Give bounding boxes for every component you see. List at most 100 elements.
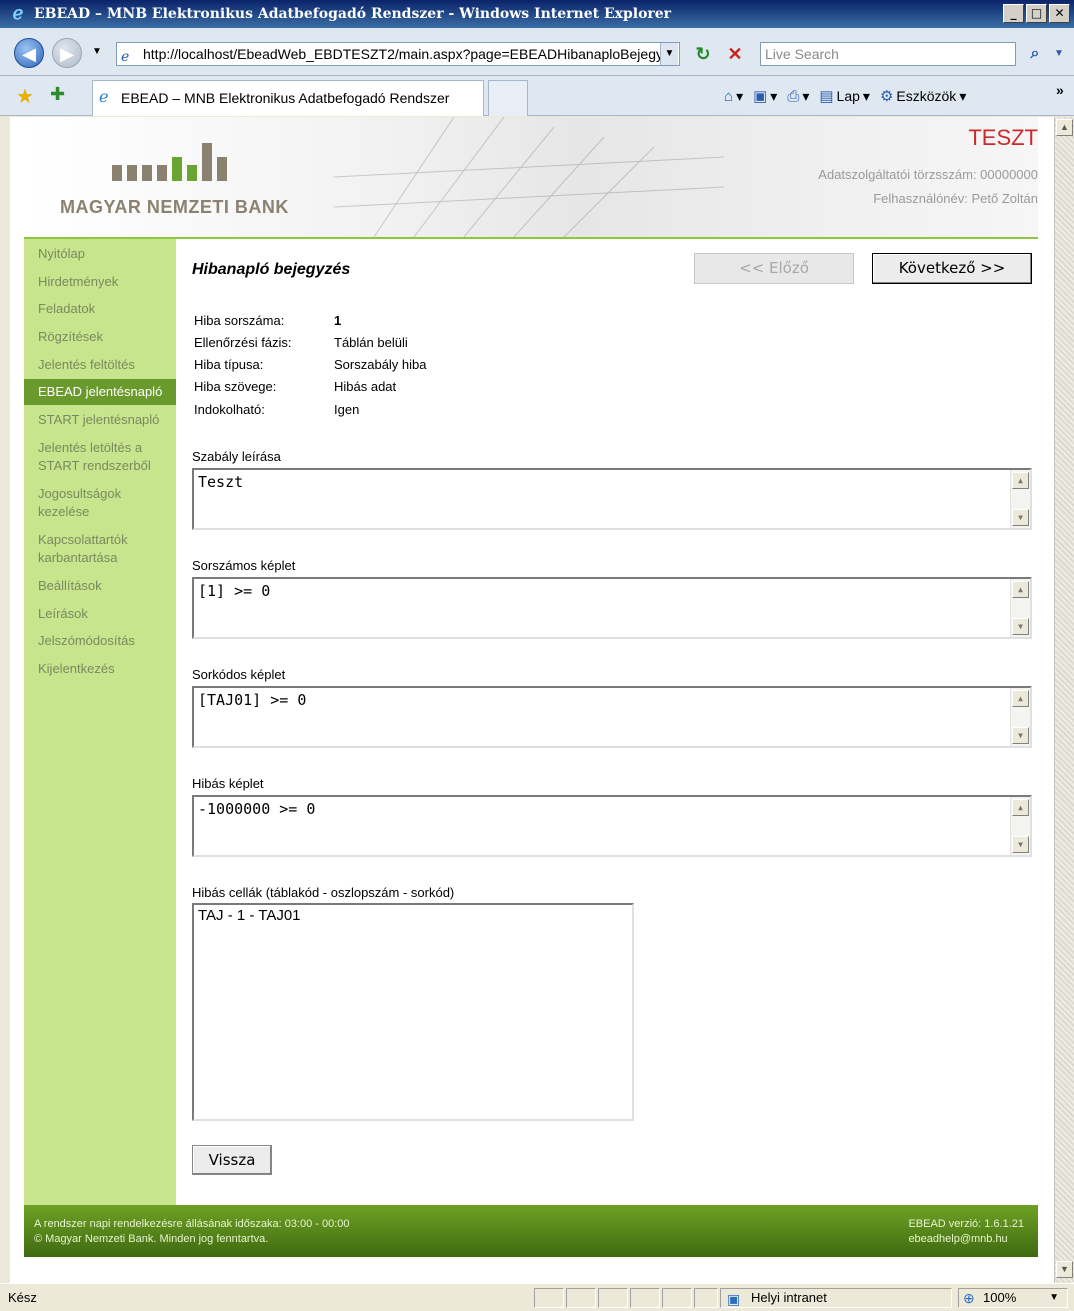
intranet-icon: ▣ [727,1291,741,1307]
bank-name: MAGYAR NEMZETI BANK [60,197,289,217]
zoom-control[interactable]: ⊕ 100% ▼ [958,1288,1068,1308]
scroll-down-icon[interactable]: ▼ [1012,727,1029,744]
security-zone[interactable]: ▣ Helyi intranet [720,1288,952,1308]
stop-icon[interactable]: ✕ [722,42,748,66]
sidebar-item-beallitasok[interactable]: Beállítások [24,577,176,595]
new-tab-button[interactable] [488,80,528,116]
list-item[interactable]: TAJ - 1 - TAJ01 [198,907,628,924]
sidebar-item-jogosultsagok[interactable]: Jogosultságok kezelése [24,485,176,521]
rowcode-formula-label: Sorkódos képlet [192,667,286,682]
search-input[interactable]: Live Search [760,42,1016,66]
environment-label: TESZT [968,125,1038,150]
sidebar-item-kijelentkezes[interactable]: Kijelentkezés [24,660,176,678]
scroll-down-icon[interactable]: ▼ [1056,1261,1073,1278]
footer-version: EBEAD verzió: 1.6.1.21 [908,1218,1024,1230]
sidebar-item-nyitolap[interactable]: Nyitólap [24,245,176,263]
textarea-scrollbar[interactable]: ▲ ▼ [1010,797,1030,855]
tab-ebead[interactable]: ℯ EBEAD – MNB Elektronikus Adatbefogadó … [92,80,484,116]
tab-page-icon: ℯ [99,89,109,106]
next-button[interactable]: Következő >> [872,253,1032,284]
maximize-button[interactable]: □ [1026,4,1047,23]
info-row: Ellenőrzési fázis: Táblán belüli [194,335,408,350]
rule-description-label: Szabály leírása [192,449,281,464]
sidebar-item-kapcsolattartok[interactable]: Kapcsolattartók karbantartása [24,531,176,567]
tab-toolbar: ★ ✚ ℯ EBEAD – MNB Elektronikus Adatbefog… [0,76,1074,116]
index-formula-textarea[interactable]: [1] >= 0 ▲ ▼ [192,577,1032,639]
page-icon: ℯ [121,48,130,64]
sidebar-item-start-jelentesnaplo[interactable]: START jelentésnapló [24,411,176,429]
favorites-star-icon[interactable]: ★ [16,84,34,109]
tools-menu-button[interactable]: ⚙ Eszközök ▾ [880,87,966,106]
status-segment [662,1288,692,1308]
minimize-button[interactable]: _ [1003,4,1024,23]
back-nav-button[interactable]: ◀ [14,38,44,68]
error-cells-listbox[interactable]: TAJ - 1 - TAJ01 [192,903,634,1121]
sidebar-item-label: START rendszerből [38,458,151,473]
scroll-up-icon[interactable]: ▲ [1056,119,1073,136]
username-label: Felhasználónév: [873,191,968,206]
prev-button[interactable]: << Előző [694,253,854,284]
sidebar-item-leirasok[interactable]: Leírások [24,605,176,623]
search-options-icon[interactable]: ▼ [1050,42,1068,66]
page-scrollbar[interactable]: ▲ ▼ [1054,117,1074,1283]
scroll-down-icon[interactable]: ▼ [1012,836,1029,853]
info-row: Indokolható: Igen [194,402,359,417]
add-favorite-icon[interactable]: ✚ [50,84,65,105]
textarea-scrollbar[interactable]: ▲ ▼ [1010,470,1030,528]
tools-menu-label: Eszközök [896,88,957,104]
textarea-scrollbar[interactable]: ▲ ▼ [1010,688,1030,746]
site-footer: A rendszer napi rendelkezésre állásának … [24,1205,1038,1257]
address-input[interactable]: ℯ http://localhost/EbeadWeb_EBDTESZT2/ma… [116,42,680,66]
ie-logo-icon: ℯ [12,3,24,24]
textarea-scrollbar[interactable]: ▲ ▼ [1010,579,1030,637]
home-button[interactable]: ⌂ ▾ [724,88,743,105]
info-value: Igen [334,402,360,417]
sidebar-item-hirdetmenyek[interactable]: Hirdetmények [24,273,176,291]
zoom-dropdown-icon[interactable]: ▼ [1049,1289,1059,1307]
refresh-icon[interactable]: ↻ [690,42,716,66]
error-formula-textarea[interactable]: -1000000 >= 0 ▲ ▼ [192,795,1032,857]
sidebar-item-jelszomodositas[interactable]: Jelszómódosítás [24,632,176,650]
history-dropdown-icon[interactable]: ▼ [92,46,102,57]
info-row: Hiba szövege: Hibás adat [194,379,396,394]
scroll-up-icon[interactable]: ▲ [1012,799,1029,816]
page-menu-button[interactable]: ▤ Lap ▾ [819,87,870,106]
status-segment [598,1288,628,1308]
page-viewport: MAGYAR NEMZETI BANK TESZT Adatszolgáltat… [10,117,1054,1283]
sidebar-item-ebead-jelentesnaplo[interactable]: EBEAD jelentésnapló [24,379,176,405]
scroll-down-icon[interactable]: ▼ [1012,618,1029,635]
rule-description-value: Teszt [198,473,244,491]
sidebar-item-jelentes-feltoltes[interactable]: Jelentés feltöltés [24,356,176,374]
home-icon: ⌂ [724,87,734,105]
sidebar-item-rogzitesek[interactable]: Rögzítések [24,328,176,346]
status-bar: Kész ▣ Helyi intranet ⊕ 100% ▼ [0,1283,1074,1311]
info-label: Hiba típusa: [194,357,264,372]
scroll-up-icon[interactable]: ▲ [1012,690,1029,707]
forward-nav-button[interactable]: ▶ [52,38,82,68]
header-background-art [334,117,724,237]
sidebar-item-jelentes-letoltes[interactable]: Jelentés letöltés a START rendszerből [24,439,176,475]
footer-availability: A rendszer napi rendelkezésre állásának … [34,1218,350,1230]
more-chevron-icon[interactable]: » [1056,82,1064,98]
address-url: http://localhost/EbeadWeb_EBDTESZT2/main… [143,46,663,62]
scroll-up-icon[interactable]: ▲ [1012,472,1029,489]
scroll-up-icon[interactable]: ▲ [1012,581,1029,598]
back-button[interactable]: Vissza [192,1145,272,1175]
search-icon[interactable]: ⌕ [1022,42,1048,66]
info-value: Sorszabály hiba [334,357,427,372]
rowcode-formula-textarea[interactable]: [TAJ01] >= 0 ▲ ▼ [192,686,1032,748]
sidebar-item-feladatok[interactable]: Feladatok [24,300,176,318]
info-label: Indokolható: [194,402,265,417]
error-cells-label: Hibás cellák (táblakód - oszlopszám - so… [192,885,455,900]
rss-icon: ▣ [753,88,768,105]
rule-description-textarea[interactable]: Teszt ▲ ▼ [192,468,1032,530]
print-button[interactable]: ⎙ ▾ [787,88,809,105]
sidebar-item-label: karbantartása [38,550,118,565]
info-label: Hiba sorszáma: [194,313,285,328]
close-button[interactable]: ✕ [1049,4,1070,23]
address-dropdown-icon[interactable]: ▼ [660,43,678,65]
window-titlebar: ℯ EBEAD – MNB Elektronikus Adatbefogadó … [0,0,1074,28]
feeds-button[interactable]: ▣ ▾ [753,87,777,106]
scroll-down-icon[interactable]: ▼ [1012,509,1029,526]
footer-email-link[interactable]: ebeadhelp@mnb.hu [908,1232,1024,1247]
